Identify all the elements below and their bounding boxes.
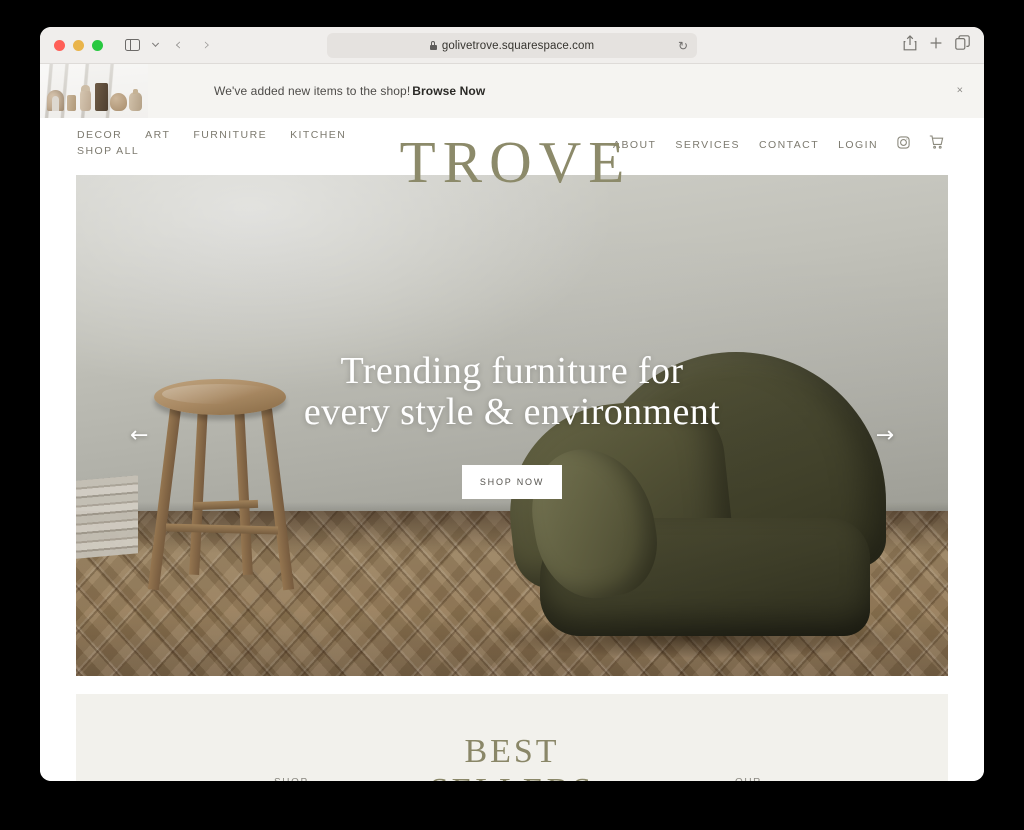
tab-overview-icon[interactable] xyxy=(955,35,970,55)
nav-item-furniture[interactable]: FURNITURE xyxy=(193,129,267,141)
nav-item-login[interactable]: LOGIN xyxy=(838,139,878,151)
vase-bottle xyxy=(129,89,142,111)
toolbar-right-group xyxy=(903,34,970,56)
shopping-cart-icon[interactable] xyxy=(929,135,944,154)
vase-dark-block xyxy=(95,83,108,111)
page-viewport: We've added new items to the shop! Browse… xyxy=(40,64,984,781)
announcement-thumbnail-image xyxy=(40,64,148,118)
reload-icon[interactable]: ↻ xyxy=(678,40,688,52)
shop-now-button[interactable]: SHOP NOW xyxy=(462,465,562,499)
nav-item-services[interactable]: SERVICES xyxy=(675,139,740,151)
vase-arch xyxy=(47,90,64,111)
back-button[interactable]: ‹ xyxy=(165,33,191,57)
new-tab-icon[interactable] xyxy=(929,36,943,55)
traffic-lights xyxy=(54,39,103,51)
nav-item-kitchen[interactable]: KITCHEN xyxy=(290,129,346,141)
primary-navigation: DECOR ART FURNITURE KITCHEN SHOP ALL xyxy=(77,129,407,157)
sidebar-dropdown-button[interactable] xyxy=(148,33,162,57)
close-window-button[interactable] xyxy=(54,39,65,51)
vase-sphere xyxy=(110,93,127,111)
best-sellers-title-line-1: BEST xyxy=(464,733,560,770)
vase-stacked xyxy=(80,85,91,111)
chevron-left-icon: ‹ xyxy=(174,34,182,55)
secondary-navigation: ABOUT SERVICES CONTACT LOGIN xyxy=(613,135,944,154)
nav-item-shop-all[interactable]: SHOP ALL xyxy=(77,145,407,157)
best-sellers-title-line-2: SELLERS xyxy=(76,771,948,781)
nav-item-decor[interactable]: DECOR xyxy=(77,129,122,141)
share-icon[interactable] xyxy=(903,34,917,56)
hero-banner: Trending furniture for every style & env… xyxy=(76,175,948,676)
sidebar-icon xyxy=(124,38,140,52)
toolbar-nav-group: ‹ › xyxy=(119,33,220,57)
nav-item-about[interactable]: ABOUT xyxy=(613,139,656,151)
section-label-our: OUR xyxy=(735,777,762,781)
site-header: DECOR ART FURNITURE KITCHEN SHOP ALL ABO… xyxy=(40,118,984,192)
vase-cylinder xyxy=(67,95,76,111)
browser-toolbar: ‹ › golivetrove.squarespace.com ↻ xyxy=(40,27,984,64)
forward-button[interactable]: › xyxy=(194,33,220,57)
section-label-shop: SHOP xyxy=(274,777,309,781)
browse-now-link[interactable]: Browse Now xyxy=(412,84,485,98)
sidebar-toggle-button[interactable] xyxy=(119,33,145,57)
best-sellers-section: BEST SELLERS SHOP OUR xyxy=(76,694,948,781)
chevron-right-icon: › xyxy=(203,34,211,55)
announcement-text: We've added new items to the shop! Browse… xyxy=(214,84,485,98)
best-sellers-title: BEST SELLERS xyxy=(76,732,948,781)
carousel-prev-arrow-icon[interactable]: ← xyxy=(130,425,148,447)
url-text: golivetrove.squarespace.com xyxy=(441,39,595,52)
hero-wrapper: Trending furniture for every style & env… xyxy=(40,175,984,676)
address-bar[interactable]: golivetrove.squarespace.com ↻ xyxy=(327,33,697,58)
maximize-window-button[interactable] xyxy=(92,39,103,51)
minimize-window-button[interactable] xyxy=(73,39,84,51)
nav-item-art[interactable]: ART xyxy=(145,129,170,141)
announcement-bar: We've added new items to the shop! Browse… xyxy=(40,64,984,118)
nav-item-contact[interactable]: CONTACT xyxy=(759,139,819,151)
carousel-next-arrow-icon[interactable]: → xyxy=(876,425,894,447)
chevron-down-icon xyxy=(151,39,159,47)
lock-icon xyxy=(429,41,437,50)
close-announcement-button[interactable]: × xyxy=(957,85,963,97)
hero-overlay-tint xyxy=(76,175,948,676)
instagram-icon[interactable] xyxy=(897,135,910,154)
announcement-message: We've added new items to the shop! xyxy=(214,84,411,98)
browser-window: ‹ › golivetrove.squarespace.com ↻ We've … xyxy=(40,27,984,781)
